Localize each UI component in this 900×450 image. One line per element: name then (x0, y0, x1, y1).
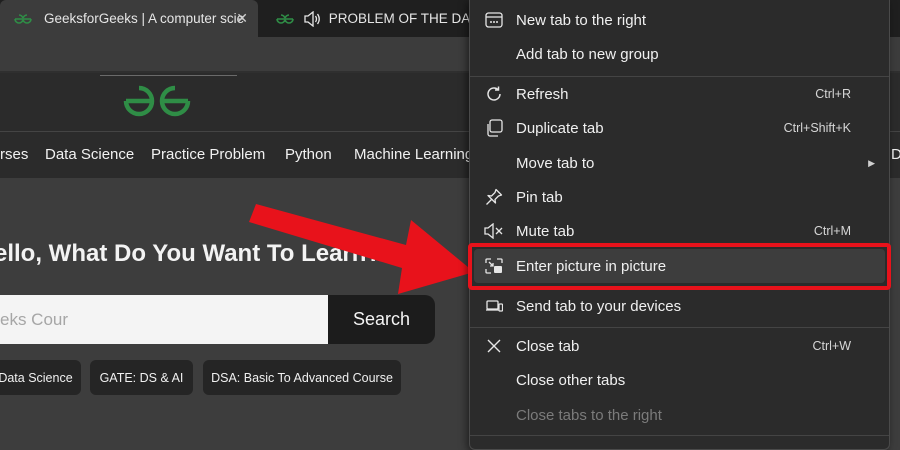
geeksforgeeks-favicon-icon (14, 13, 36, 24)
nav-item-edge[interactable]: D (891, 146, 900, 163)
hero-title: ello, What Do You Want To Learn? (0, 240, 382, 267)
speaker-icon[interactable] (303, 10, 321, 27)
tab-context-menu: New tab to the right Add tab to new grou… (469, 0, 890, 450)
shortcut-label: Ctrl+Shift+K (783, 121, 851, 135)
menu-separator (470, 435, 889, 436)
menu-label: Pin tab (516, 188, 563, 206)
search-input[interactable] (0, 295, 328, 344)
search-box (0, 295, 328, 344)
menu-item-pin-tab[interactable]: Pin tab (470, 180, 889, 214)
geeksforgeeks-logo[interactable] (122, 83, 192, 124)
refresh-icon (484, 84, 504, 104)
shortcut-label: Ctrl+M (813, 224, 851, 238)
tab-title: GeeksforGeeks | A computer scie (44, 11, 245, 26)
menu-label: Close tabs to the right (516, 406, 662, 424)
geeksforgeeks-favicon-icon (276, 13, 295, 24)
chip-data-science[interactable]: Data Science (0, 360, 81, 395)
tab-problem-of-the-day[interactable]: PROBLEM OF THE DAY : 1 (262, 0, 472, 37)
menu-label: Add tab to new group (516, 45, 659, 63)
nav-item-python[interactable]: Python (285, 146, 332, 163)
menu-item-send-tab[interactable]: Send tab to your devices (470, 289, 889, 323)
logo-divider (100, 75, 237, 76)
close-icon (484, 336, 504, 356)
menu-label: Send tab to your devices (516, 297, 682, 315)
search-button[interactable]: Search (328, 295, 435, 344)
pin-icon (484, 187, 504, 207)
menu-item-new-tab-right[interactable]: New tab to the right (470, 3, 889, 37)
menu-item-add-tab-group[interactable]: Add tab to new group (470, 37, 889, 71)
menu-label: New tab to the right (516, 11, 647, 29)
chip-dsa-course[interactable]: DSA: Basic To Advanced Course (203, 360, 401, 395)
nav-item-practice-problem[interactable]: Practice Problem (151, 146, 265, 163)
close-icon[interactable]: ✕ (236, 10, 248, 27)
devices-icon (484, 296, 504, 316)
new-tab-icon (484, 10, 504, 30)
menu-item-close-other-tabs[interactable]: Close other tabs (470, 363, 889, 397)
menu-label: Refresh (516, 85, 569, 103)
red-highlight-box (468, 243, 891, 290)
nav-item-data-science[interactable]: Data Science (45, 146, 134, 163)
tab-geeksforgeeks[interactable]: GeeksforGeeks | A computer scie ✕ (0, 0, 258, 37)
duplicate-icon (484, 118, 504, 138)
menu-item-refresh[interactable]: Refresh Ctrl+R (470, 77, 889, 111)
menu-item-duplicate-tab[interactable]: Duplicate tab Ctrl+Shift+K (470, 111, 889, 145)
menu-label: Close tab (516, 337, 580, 355)
mute-icon (484, 221, 504, 241)
menu-label: Move tab to (516, 154, 595, 172)
nav-item-courses[interactable]: rses (0, 146, 28, 163)
nav-item-machine-learning[interactable]: Machine Learning (354, 146, 473, 163)
tab-title: PROBLEM OF THE DAY : 1 (328, 11, 472, 26)
menu-separator (470, 327, 889, 328)
menu-label: Close other tabs (516, 371, 626, 389)
menu-label: Duplicate tab (516, 119, 604, 137)
menu-item-move-tab[interactable]: Move tab to ▶ (470, 146, 889, 180)
menu-item-close-tabs-right: Close tabs to the right (470, 398, 889, 432)
shortcut-label: Ctrl+R (815, 87, 851, 101)
shortcut-label: Ctrl+W (812, 339, 851, 353)
menu-item-close-tab[interactable]: Close tab Ctrl+W (470, 329, 889, 363)
menu-label: Mute tab (516, 222, 575, 240)
chevron-right-icon: ▶ (868, 157, 875, 168)
chip-gate-ds-ai[interactable]: GATE: DS & AI (90, 360, 193, 395)
